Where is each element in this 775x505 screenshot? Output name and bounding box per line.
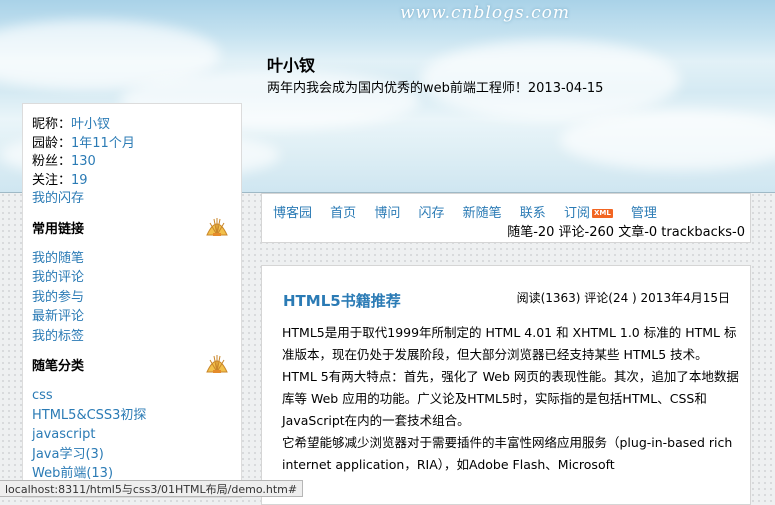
follow-label: 关注： <box>32 172 72 188</box>
cloud-decoration <box>560 110 775 170</box>
profile-follow: 关注：19 <box>32 172 241 191</box>
status-bar: localhost:8311/html5与css3/01HTML布局/demo.… <box>0 480 304 497</box>
nickname-link[interactable]: 叶小钗 <box>71 117 110 132</box>
fans-link[interactable]: 130 <box>71 154 96 169</box>
category-web-frontend[interactable]: Web前端(13) <box>32 466 113 481</box>
nav-links: 博客园 首页 博问 闪存 新随笔 联系 订阅 XML 管理 <box>273 202 671 221</box>
nav-subscribe[interactable]: 订阅 XML <box>564 206 613 221</box>
blog-title[interactable]: 叶小钗 <box>267 52 315 76</box>
link-my-comments[interactable]: 我的评论 <box>32 270 84 285</box>
category-java[interactable]: Java学习(3) <box>32 447 104 462</box>
nav-contact[interactable]: 联系 <box>520 206 546 221</box>
link-my-posts[interactable]: 我的随笔 <box>32 251 84 266</box>
profile-age: 园龄：1年11个月 <box>32 135 241 154</box>
common-links-list: 我的随笔 我的评论 我的参与 最新评论 我的标签 <box>32 249 241 347</box>
nav-flash[interactable]: 闪存 <box>418 206 444 221</box>
age-link[interactable]: 1年11个月 <box>71 136 135 151</box>
list-item: 我的评论 <box>32 268 241 288</box>
common-links-title: 常用链接 <box>32 217 241 241</box>
profile-section: 昵称：叶小钗 园龄：1年11个月 粉丝：130 关注：19 我的闪存 <box>32 116 241 209</box>
sidebar: 昵称：叶小钗 园龄：1年11个月 粉丝：130 关注：19 我的闪存 常用链接 … <box>22 103 242 498</box>
nav-new-post[interactable]: 新随笔 <box>463 206 502 221</box>
fans-label: 粉丝： <box>32 154 72 169</box>
profile-fans: 粉丝：130 <box>32 153 241 172</box>
nav-subscribe-label: 订阅 <box>563 206 590 221</box>
list-item: 最新评论 <box>32 307 241 327</box>
list-item: 我的随笔 <box>32 249 241 269</box>
profile-nickname: 昵称：叶小钗 <box>32 116 241 135</box>
post-paragraph: HTML5是用于取代1999年所制定的 HTML 4.01 和 XHTML 1.… <box>282 325 737 362</box>
category-javascript[interactable]: javascript <box>32 427 95 442</box>
navbar: 博客园 首页 博问 闪存 新随笔 联系 订阅 XML 管理 随笔-20 评论-26… <box>261 193 751 243</box>
nickname-label: 昵称： <box>32 117 72 132</box>
nav-cnblogs[interactable]: 博客园 <box>273 206 312 221</box>
list-item: HTML5&CSS3初探 <box>32 406 241 426</box>
blog-stats: 随笔-20 评论-260 文章-0 trackbacks-0 <box>507 225 745 240</box>
category-css[interactable]: css <box>32 388 53 403</box>
post-title[interactable]: HTML5书籍推荐 <box>283 290 401 311</box>
nav-home[interactable]: 首页 <box>330 206 356 221</box>
categories-title: 随笔分类 <box>32 355 241 378</box>
post-meta: 阅读(1363) 评论(24 ) 2013年4月15日 <box>516 291 730 305</box>
post-paragraph: HTML 5有两大特点：首先，强化了 Web 网页的表现性能。其次，追加了本地数… <box>282 369 739 428</box>
list-item: 我的参与 <box>32 288 241 308</box>
link-my-participation[interactable]: 我的参与 <box>32 290 84 305</box>
categories-title-text: 随笔分类 <box>32 359 85 374</box>
follow-link[interactable]: 19 <box>71 173 88 188</box>
blog-subtitle: 两年内我会成为国内优秀的web前端工程师！2013-04-15 <box>267 81 604 96</box>
shell-icon <box>206 355 228 373</box>
age-label: 园龄： <box>32 135 72 151</box>
post-card: HTML5书籍推荐 阅读(1363) 评论(24 ) 2013年4月15日 HT… <box>261 265 751 505</box>
link-latest-comments[interactable]: 最新评论 <box>32 309 84 324</box>
my-flash-link[interactable]: 我的闪存 <box>32 191 84 206</box>
link-my-tags[interactable]: 我的标签 <box>32 329 84 344</box>
shell-icon <box>206 217 228 236</box>
profile-flash: 我的闪存 <box>32 190 241 209</box>
post-body: HTML5是用于取代1999年所制定的 HTML 4.01 和 XHTML 1.… <box>282 322 742 476</box>
category-html5-css3[interactable]: HTML5&CSS3初探 <box>32 408 146 423</box>
common-links-title-text: 常用链接 <box>32 221 85 237</box>
nav-admin[interactable]: 管理 <box>631 206 657 221</box>
nav-questions[interactable]: 博问 <box>374 206 400 221</box>
site-logo: www.cnblogs.com <box>400 3 570 23</box>
list-item: css <box>32 386 241 406</box>
list-item: 我的标签 <box>32 327 241 347</box>
list-item: Java学习(3) <box>32 445 241 465</box>
list-item: javascript <box>32 425 241 445</box>
rss-xml-icon: XML <box>591 209 613 218</box>
post-paragraph: 它希望能够减少浏览器对于需要插件的丰富性网络应用服务（plug-in-based… <box>282 435 733 472</box>
categories-list: css HTML5&CSS3初探 javascript Java学习(3) We… <box>32 386 241 484</box>
